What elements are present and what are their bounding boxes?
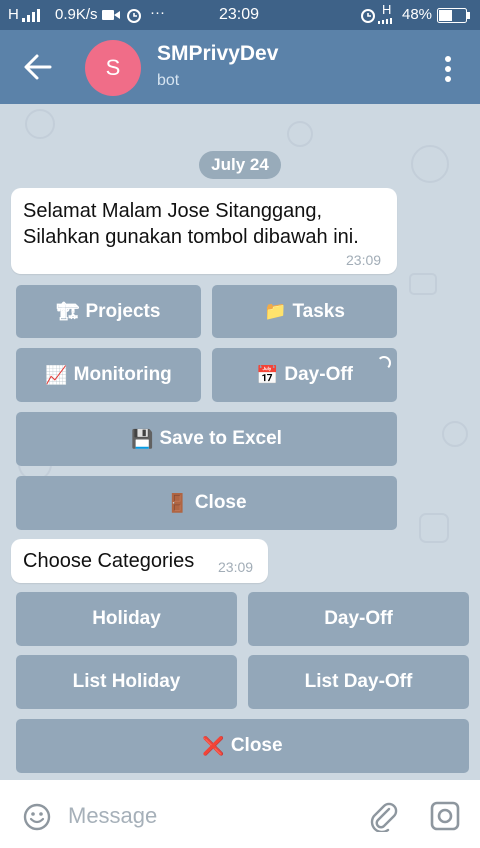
avatar[interactable]: S [85, 40, 141, 96]
date-separator: July 24 [199, 151, 281, 179]
projects-button[interactable]: 🏗 Projects [16, 285, 201, 338]
message-time: 23:09 [218, 559, 254, 575]
day-off-button[interactable]: 📅 Day-Off [212, 348, 397, 402]
close-button-categories[interactable]: ❌ Close [16, 719, 469, 773]
message-input[interactable]: Message [68, 803, 157, 829]
cross-mark-icon: ❌ [202, 735, 225, 756]
list-day-off-button[interactable]: List Day-Off [248, 655, 469, 709]
signal-small-icon [378, 18, 392, 24]
clock: 23:09 [219, 6, 260, 23]
button-label: Tasks [292, 300, 345, 322]
more-options-icon[interactable] [438, 54, 458, 84]
chat-title[interactable]: SMPrivyDev [157, 42, 278, 66]
door-icon: 🚪 [166, 492, 189, 513]
emoji-icon[interactable] [22, 802, 52, 832]
network-speed: 0.9K/s [55, 6, 98, 23]
signal-icon [22, 9, 40, 22]
list-holiday-button[interactable]: List Holiday [16, 655, 237, 709]
button-label: Monitoring [73, 364, 172, 385]
chart-increasing-icon: 📈 [45, 364, 68, 385]
message-input-bar: Message [0, 780, 480, 848]
network-type-left: H [8, 6, 19, 23]
back-arrow-icon[interactable] [22, 52, 54, 82]
category-day-off-button[interactable]: Day-Off [248, 592, 469, 646]
holiday-button[interactable]: Holiday [16, 592, 237, 646]
alarm-icon [127, 9, 141, 23]
bot-message-categories[interactable]: Choose Categories 23:09 [11, 539, 268, 583]
button-label: Close [194, 492, 247, 513]
loading-spinner-icon [377, 356, 391, 370]
floppy-disk-icon: 💾 [131, 428, 154, 449]
button-label: List Holiday [72, 671, 181, 692]
button-label: Projects [85, 300, 161, 322]
close-button-main[interactable]: 🚪 Close [16, 476, 397, 530]
bot-message-welcome[interactable]: Selamat Malam Jose Sitanggang, Silahkan … [11, 188, 397, 274]
button-label: Close [230, 735, 283, 756]
button-label: List Day-Off [304, 671, 413, 692]
chat-subtitle: bot [157, 72, 180, 89]
button-label: Day-Off [284, 364, 354, 385]
crane-icon: 🏗 [56, 301, 80, 321]
video-icon [102, 10, 120, 20]
tasks-button[interactable]: 📁 Tasks [212, 285, 397, 338]
attach-paperclip-icon[interactable] [367, 800, 399, 832]
chat-header: S SMPrivyDev bot [0, 30, 480, 104]
more-notifications: ··· [150, 4, 165, 21]
save-to-excel-button[interactable]: 💾 Save to Excel [16, 412, 397, 466]
battery-icon [437, 8, 470, 23]
folder-icon: 📁 [264, 301, 287, 321]
calendar-icon: 📅 [255, 364, 279, 385]
button-label: Holiday [92, 608, 161, 629]
chat-area[interactable]: July 24 Selamat Malam Jose Sitanggang, S… [0, 104, 480, 780]
message-text: Choose Categories [23, 550, 195, 572]
message-text: Selamat Malam Jose Sitanggang, Silahkan … [23, 200, 359, 248]
camera-icon[interactable] [430, 801, 460, 831]
message-time: 23:09 [346, 252, 382, 268]
button-label: Day-Off [324, 608, 393, 629]
button-label: Save to Excel [159, 428, 282, 449]
network-type-right: H [382, 2, 392, 17]
battery-percent: 48% [402, 6, 433, 23]
status-bar: H 0.9K/s ··· 23:09 H 48% [0, 0, 480, 30]
monitoring-button[interactable]: 📈 Monitoring [16, 348, 201, 402]
alarm-icon-right [361, 9, 375, 23]
